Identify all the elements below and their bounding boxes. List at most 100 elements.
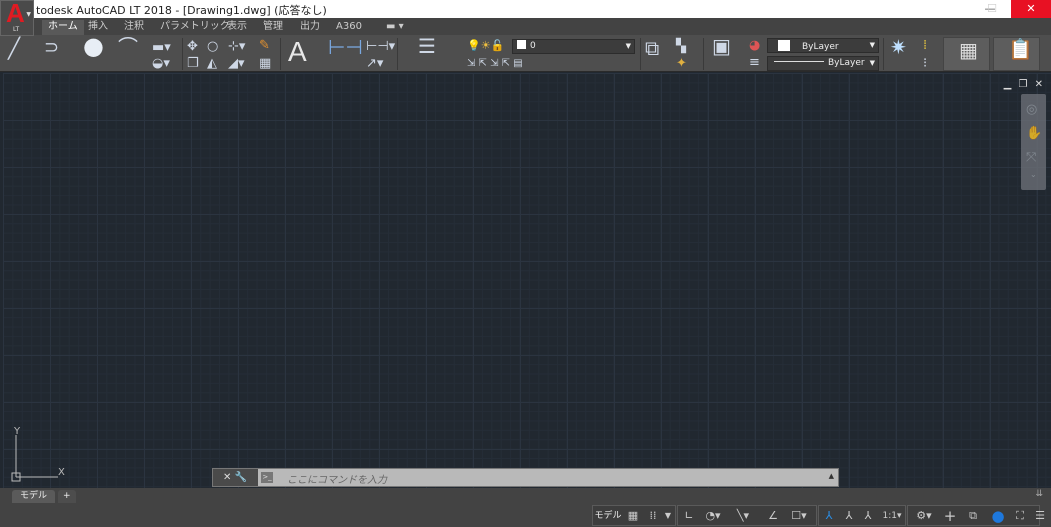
color-wheel-icon[interactable]: ◕ <box>749 39 760 53</box>
move-icon[interactable]: ✥ <box>187 40 198 54</box>
polyline-icon[interactable]: ⊃ <box>44 39 59 57</box>
tab-annotate[interactable]: 注釈 <box>118 20 150 35</box>
color-dropdown[interactable]: ByLayer ▼ <box>767 38 879 53</box>
arc-icon[interactable]: ⌒ <box>118 37 138 57</box>
chevron-down-icon[interactable]: ⌄ <box>1030 170 1037 179</box>
close-icon[interactable]: ✕ <box>223 472 231 483</box>
erase-icon[interactable]: ✎ <box>259 39 270 53</box>
command-prompt-icon[interactable]: >_ <box>261 472 273 483</box>
osnap-tracking-icon[interactable]: ╲▾ <box>731 506 755 526</box>
polar-icon[interactable]: ◔▾ <box>701 506 725 526</box>
tab-view[interactable]: 表示 <box>221 20 253 35</box>
viewport-close-icon[interactable]: ✕ <box>1035 79 1043 90</box>
hardware-acceleration-icon[interactable]: ● <box>988 506 1008 526</box>
linear-dim-icon[interactable]: ⊢⊣▾ <box>366 40 395 54</box>
zoom-extents-icon[interactable]: ⤧ <box>1026 150 1036 165</box>
annotation-visibility-icon[interactable]: ⅄ <box>821 506 837 526</box>
calculator-button[interactable]: ▦ <box>943 37 990 71</box>
isolate-objects-icon[interactable]: ⧉ <box>963 506 983 526</box>
ribbon-tabs: ホーム 挿入 注釈 パラメトリック 表示 管理 出力 A360 ▬ ▾ <box>0 18 1051 35</box>
workspace-gear-icon[interactable]: ⚙▾ <box>910 506 938 526</box>
chevron-down-icon: ▼ <box>26 11 31 18</box>
tab-output[interactable]: 出力 <box>294 20 326 35</box>
maximize-button[interactable]: ☐ <box>972 0 1012 18</box>
tab-manage[interactable]: 管理 <box>257 20 289 35</box>
layer-tools-icons[interactable]: ⇲ ⇱ ⇲ ⇱ ▤ <box>467 57 523 71</box>
customize-wrench-icon[interactable]: 🔧 <box>235 472 247 483</box>
clean-screen-icon[interactable]: ⛶ <box>1011 506 1029 526</box>
close-button[interactable]: ✕ <box>1011 0 1051 18</box>
osnap-icon[interactable]: ☐▾ <box>785 506 813 526</box>
tab-model[interactable]: モデル <box>12 490 56 503</box>
expand-icon[interactable]: ⇊ <box>1035 489 1043 499</box>
tab-home[interactable]: ホーム <box>42 20 84 35</box>
tab-a360[interactable]: A360 <box>330 20 368 35</box>
annotation-scale-icon[interactable]: ⅄ <box>860 506 876 526</box>
autocad-logo: A <box>6 0 25 28</box>
layout-tabs: モデル + ⇊ <box>0 488 1051 503</box>
create-block-icon[interactable]: ▚ <box>676 40 686 54</box>
color-value: ByLayer <box>802 42 839 52</box>
layer-properties-icon[interactable]: ☰ <box>418 36 436 56</box>
pan-icon[interactable]: ✋ <box>1026 126 1042 141</box>
isodraft-icon[interactable]: ∠ <box>765 506 781 526</box>
steering-wheel-icon[interactable]: ◎ <box>1026 102 1037 117</box>
circle-icon[interactable]: ● <box>83 34 104 58</box>
rectangle-icon[interactable]: ▬▾ <box>152 41 171 55</box>
viewport-controls: ▁ ❐ ✕ <box>1004 79 1043 90</box>
command-line-handle[interactable]: ✕ 🔧 <box>213 469 258 486</box>
dimension-icon[interactable]: ⊢⊣ <box>328 37 363 57</box>
calculator-icon: ▦ <box>959 38 978 62</box>
leader-icon[interactable]: ↗▾ <box>366 57 383 71</box>
title-bar: todesk AutoCAD LT 2018 - [Drawing1.dwg] … <box>0 0 1051 18</box>
ucs-icon: Y X <box>11 426 65 482</box>
lineweight-icon[interactable]: ≡ <box>749 56 760 70</box>
trim-icon[interactable]: ⊹▾ <box>228 40 245 54</box>
application-menu-button[interactable]: A LT ▼ <box>0 0 34 36</box>
viewport-minimize-icon[interactable]: ▁ <box>1004 79 1012 90</box>
scale-dropdown: 1:1▾ <box>882 511 902 521</box>
auto-scale-icon[interactable]: ⅄ <box>841 506 857 526</box>
rotate-icon[interactable]: ○ <box>207 40 218 54</box>
quick-select-icon[interactable]: ⁝ <box>923 57 927 71</box>
scale-value[interactable]: 1:1 <box>882 511 896 521</box>
window-title: todesk AutoCAD LT 2018 - [Drawing1.dwg] … <box>36 4 327 17</box>
add-layout-button[interactable]: + <box>58 490 76 503</box>
array-icon[interactable]: ▦ <box>259 57 271 71</box>
ortho-icon[interactable]: ∟ <box>681 506 697 526</box>
layer-value: 0 <box>530 41 536 51</box>
linetype-dropdown[interactable]: ByLayer ▼ <box>767 56 879 71</box>
line-icon[interactable]: ╱ <box>8 38 20 58</box>
insert-block-icon[interactable]: ⧉ <box>645 38 659 58</box>
mirror-icon[interactable]: ◭ <box>207 57 217 71</box>
grid-icon[interactable]: ▦ <box>625 506 641 526</box>
command-line: ✕ 🔧 >_ ここにコマンドを入力 ▲ <box>212 468 839 487</box>
status-bar: モデル ▦ ⁞⁞ ▼ ∟ ◔▾ ╲▾ ∠ ☐▾ ⅄ ⅄ ⅄ 1:1▾ ⚙▾ + … <box>0 503 1051 527</box>
model-space-button[interactable]: モデル <box>594 506 622 526</box>
match-properties-icon[interactable]: ▣ <box>712 36 731 56</box>
clipboard-icon: 📋 <box>1008 37 1033 61</box>
drawing-canvas[interactable] <box>3 73 1051 488</box>
command-history-arrow[interactable]: ▲ <box>829 472 834 480</box>
measure-icon[interactable]: ⁞ <box>923 39 927 53</box>
snap-icon[interactable]: ⁞⁞ <box>645 506 661 526</box>
layer-dropdown[interactable]: 0 ▼ <box>512 39 635 54</box>
chevron-down-icon[interactable]: ▼ <box>663 506 673 526</box>
linetype-value: ByLayer <box>828 58 865 68</box>
command-input[interactable]: ここにコマンドを入力 <box>287 471 387 486</box>
ribbon-panel: ╱ ⊃ ● ⌒ ▬▾ ◒▾ ✥ ○ ⊹▾ ✎ ❐ ◭ ◢▾ ▦ A ⊢⊣ ⊢⊣▾… <box>0 34 1051 72</box>
lt-badge: LT <box>13 26 20 33</box>
ribbon-display-toggle[interactable]: ▬ ▾ <box>380 20 410 35</box>
group-icon[interactable]: ✷ <box>890 37 907 57</box>
clipboard-button[interactable]: 📋 <box>993 37 1040 71</box>
viewport-restore-icon[interactable]: ❐ <box>1018 79 1027 90</box>
edit-block-icon[interactable]: ✦ <box>676 57 687 71</box>
navigation-bar: ◎ ✋ ⤧ ⌄ <box>1021 94 1046 190</box>
customize-menu-icon[interactable]: ☰ <box>1031 506 1049 526</box>
hatch-icon[interactable]: ◒▾ <box>152 57 170 71</box>
layer-state-icons: 💡☀🔓 <box>467 39 505 52</box>
copy-icon[interactable]: ❐ <box>187 57 199 71</box>
plus-icon[interactable]: + <box>942 506 958 526</box>
text-icon[interactable]: A <box>288 37 307 67</box>
fillet-icon[interactable]: ◢▾ <box>228 57 245 71</box>
